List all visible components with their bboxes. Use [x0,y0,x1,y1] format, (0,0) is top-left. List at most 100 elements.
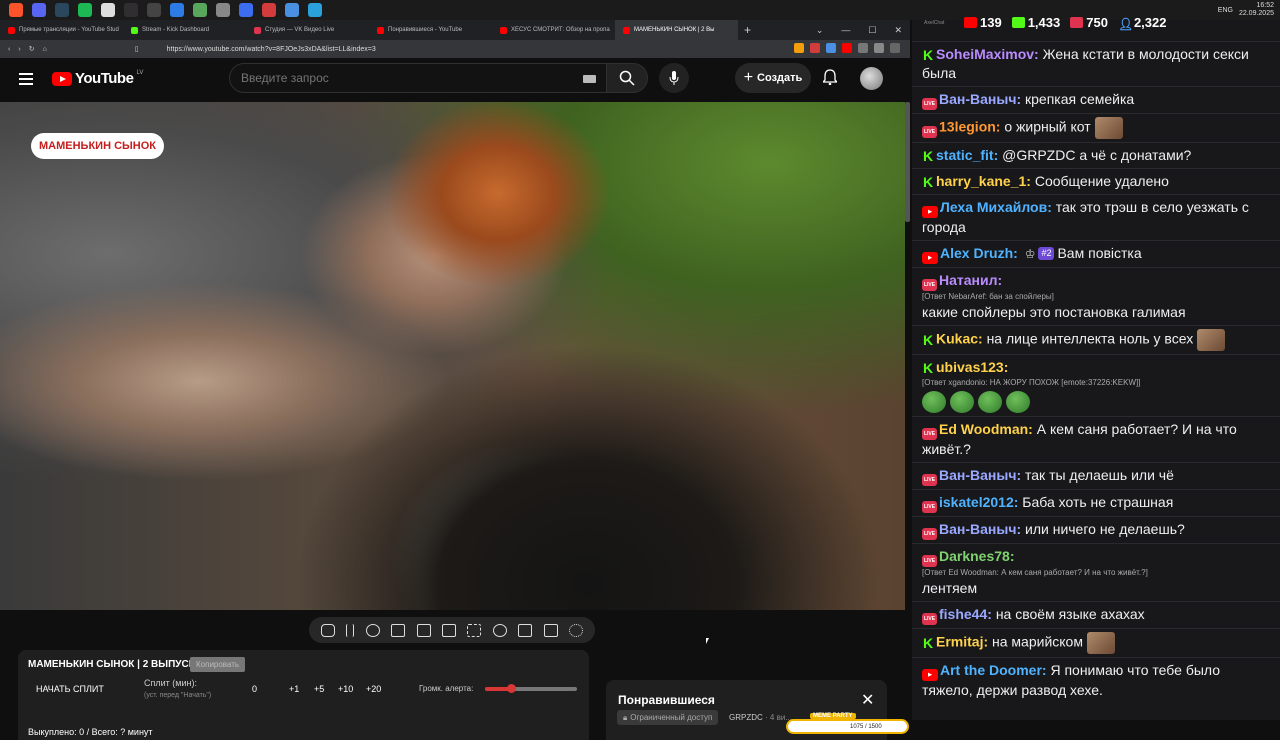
brave-icon[interactable] [9,3,23,17]
playlist-title[interactable]: Понравившиеся [618,693,715,707]
app-round-icon[interactable] [239,3,253,17]
chat-username[interactable]: Ermitaj: [936,634,988,650]
add-1-button[interactable]: +1 [289,684,299,694]
chat-username[interactable]: Ed Woodman: [939,421,1033,437]
chat-messages: K SoheiMaximov: Жена кстати в молодости с… [912,41,1280,703]
minimize-button[interactable]: — [841,25,850,35]
kick-icon: K [922,360,934,376]
browser-tab[interactable]: Понравившиеся - YouTube [369,20,492,40]
extension-icon[interactable] [874,43,884,53]
bookmark-icon[interactable]: ▯ [135,45,139,53]
tab-search-icon[interactable]: ⌄ [816,25,824,36]
browser-tab[interactable]: Stream - Kick Dashboard [123,20,246,40]
forward-icon[interactable]: › [18,46,20,53]
chat-username[interactable]: Леха Михайлов: [940,199,1052,215]
add-10-button[interactable]: +10 [338,684,353,694]
scrollbar[interactable] [905,102,910,222]
chat-username[interactable]: iskatel2012: [939,494,1018,510]
chat-username[interactable]: 13legion: [939,119,1000,135]
discord-icon[interactable] [32,3,46,17]
menu-icon[interactable] [19,73,33,85]
avatar[interactable] [860,67,883,90]
youtube-logo[interactable]: YouTube LV [52,70,143,87]
clock[interactable]: 16:52 22.09.2025 [1239,2,1274,18]
url-field[interactable]: https://www.youtube.com/watch?v=8FJOeJs3… [167,46,376,53]
search-input[interactable] [241,71,571,85]
add-screen-icon[interactable] [518,623,533,637]
home-icon[interactable]: ⌂ [43,46,47,53]
app-blue2-icon[interactable] [285,3,299,17]
camera-icon[interactable] [543,623,558,637]
app-x-icon[interactable] [147,3,161,17]
youtube-play-icon [52,71,72,86]
notifications-button[interactable] [821,69,839,90]
chat-username[interactable]: SoheiMaximov: [936,46,1039,62]
video-player[interactable]: МАМЕНЬКИН СЫНОК [0,102,905,610]
picture-in-picture-icon[interactable] [441,623,456,637]
add-5-button[interactable]: +5 [314,684,324,694]
voice-search-button[interactable] [659,63,689,93]
chat-username[interactable]: ubivas123: [936,359,1008,375]
language-indicator[interactable]: ENG [1218,7,1233,14]
bell-icon [821,69,839,86]
browser-tab[interactable]: Прямые трансляции - YouTube Stud [0,20,123,40]
screen-settings-icon[interactable] [391,623,406,637]
add-20-button[interactable]: +20 [366,684,381,694]
sort-icon[interactable] [346,623,355,637]
create-button[interactable]: + Создать [735,63,811,93]
chat-username[interactable]: static_fit: [936,147,998,163]
extension-icon[interactable] [810,43,820,53]
extension-icon[interactable] [826,43,836,53]
spotify-icon[interactable] [78,3,92,17]
chat-username[interactable]: harry_kane_1: [936,173,1031,189]
close-icon[interactable]: ✕ [861,690,874,710]
chat-message: LIVE Ed Woodman: А кем саня работает? И н… [912,416,1280,462]
chat-username[interactable]: fishe44: [939,606,992,622]
steam-icon[interactable] [55,3,69,17]
maximize-button[interactable]: ☐ [868,25,876,36]
chat-username[interactable]: Darknes78: [939,548,1015,564]
alert-volume-slider[interactable] [485,684,577,693]
chat-username[interactable]: Ван-Ваныч: [939,521,1021,537]
back-icon[interactable]: ‹ [8,46,10,53]
app-blue-icon[interactable] [170,3,184,17]
extension-icon[interactable] [858,43,868,53]
close-window-button[interactable]: ✕ [894,25,902,36]
speed-icon[interactable] [492,623,507,637]
reload-icon[interactable]: ↻ [29,45,35,53]
app-arrow-icon[interactable] [216,3,230,17]
obs-icon[interactable] [124,3,138,17]
start-split-button[interactable]: НАЧАТЬ СПЛИТ [36,684,104,694]
browser-tab[interactable]: МАМЕНЬКИН СЫНОК | 2 Вы [615,20,738,40]
chat-username[interactable]: Art the Doomer: [940,662,1047,678]
browser-tab[interactable]: Студия — VK Видео Live [246,20,369,40]
loop-icon[interactable] [320,623,335,637]
app-green-icon[interactable] [193,3,207,17]
chat-username[interactable]: Ван-Ваныч: [939,91,1021,107]
app-red-icon[interactable] [262,3,276,17]
chat-message: LIVE 13legion: о жирный кот [912,113,1280,142]
chat-username[interactable]: Alex Druzh: [940,245,1018,261]
film-icon[interactable] [416,623,431,637]
browser-tab[interactable]: ХЕСУС СМОТРИТ: Обзор на пропа [492,20,615,40]
keyboard-icon[interactable] [583,75,596,83]
extension-icon[interactable] [842,43,852,53]
crop-icon[interactable] [467,623,482,637]
chat-username[interactable]: Натанил: [939,272,1002,288]
stat-value: 2,322 [1133,15,1167,30]
owner-name[interactable]: GRPZDC [729,713,763,722]
chrome-icon[interactable] [101,3,115,17]
chat-username[interactable]: Kukac: [936,331,983,347]
copy-button[interactable]: Копировать [190,657,246,672]
extension-icon[interactable] [794,43,804,53]
search-button[interactable] [606,63,648,93]
new-tab-button[interactable]: + [744,23,751,37]
gear-icon[interactable] [569,623,584,637]
alert-volume-handle[interactable] [506,684,516,693]
menu-icon[interactable] [890,43,900,53]
audio-icon[interactable] [365,623,380,637]
chat-username[interactable]: Ван-Ваныч: [939,467,1021,483]
kick-icon: K [922,634,934,651]
kick-icon: K [922,331,934,348]
telegram-icon[interactable] [308,3,322,17]
